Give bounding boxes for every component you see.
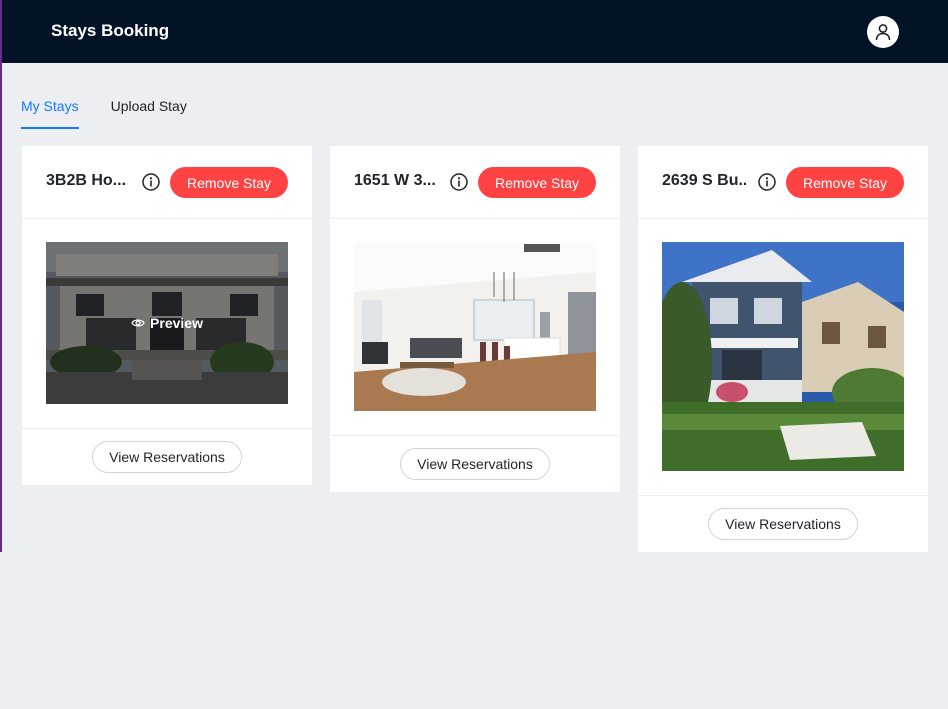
stay-card-body <box>330 219 620 436</box>
stay-card: 2639 S Bu... Remove Stay View Reservatio… <box>638 146 928 552</box>
stay-card-header: 1651 W 3... Remove Stay <box>330 146 620 219</box>
user-icon <box>875 24 891 41</box>
tab-bar: My Stays Upload Stay <box>21 88 219 129</box>
stay-card-footer: View Reservations <box>22 429 312 485</box>
app-title: Stays Booking <box>51 21 170 40</box>
tab-upload-stay[interactable]: Upload Stay <box>111 88 187 127</box>
preview-label: Preview <box>150 315 203 331</box>
info-icon[interactable] <box>449 172 469 192</box>
stay-title: 1651 W 3... <box>354 172 436 189</box>
stay-card-body <box>638 219 928 496</box>
view-reservations-button[interactable]: View Reservations <box>92 441 242 473</box>
remove-stay-button[interactable]: Remove Stay <box>786 167 904 198</box>
stay-title: 2639 S Bu... <box>662 172 746 189</box>
stay-card: 1651 W 3... Remove Stay View Reservation… <box>330 146 620 492</box>
window-edge <box>0 0 2 552</box>
craftsman-house-photo <box>662 242 904 471</box>
stay-photo[interactable] <box>662 242 904 471</box>
user-avatar-button[interactable] <box>867 16 899 48</box>
tab-my-stays[interactable]: My Stays <box>21 88 79 129</box>
living-room-photo <box>354 242 596 411</box>
stay-card: 3B2B Ho... Remove Stay Preview View Rese… <box>22 146 312 485</box>
stay-card-header: 3B2B Ho... Remove Stay <box>22 146 312 219</box>
stay-photo[interactable] <box>354 242 596 411</box>
info-icon[interactable] <box>141 172 161 192</box>
remove-stay-button[interactable]: Remove Stay <box>170 167 288 198</box>
view-reservations-button[interactable]: View Reservations <box>708 508 858 540</box>
view-reservations-button[interactable]: View Reservations <box>400 448 550 480</box>
stay-card-header: 2639 S Bu... Remove Stay <box>638 146 928 219</box>
app-header: Stays Booking <box>2 0 948 63</box>
stay-title: 3B2B Ho... <box>46 172 127 189</box>
info-icon[interactable] <box>757 172 777 192</box>
stay-card-footer: View Reservations <box>638 496 928 552</box>
remove-stay-button[interactable]: Remove Stay <box>478 167 596 198</box>
eye-icon <box>131 319 145 327</box>
stay-card-footer: View Reservations <box>330 436 620 492</box>
stay-photo[interactable]: Preview <box>46 242 288 404</box>
preview-overlay[interactable]: Preview <box>46 242 288 404</box>
stay-card-body: Preview <box>22 219 312 429</box>
